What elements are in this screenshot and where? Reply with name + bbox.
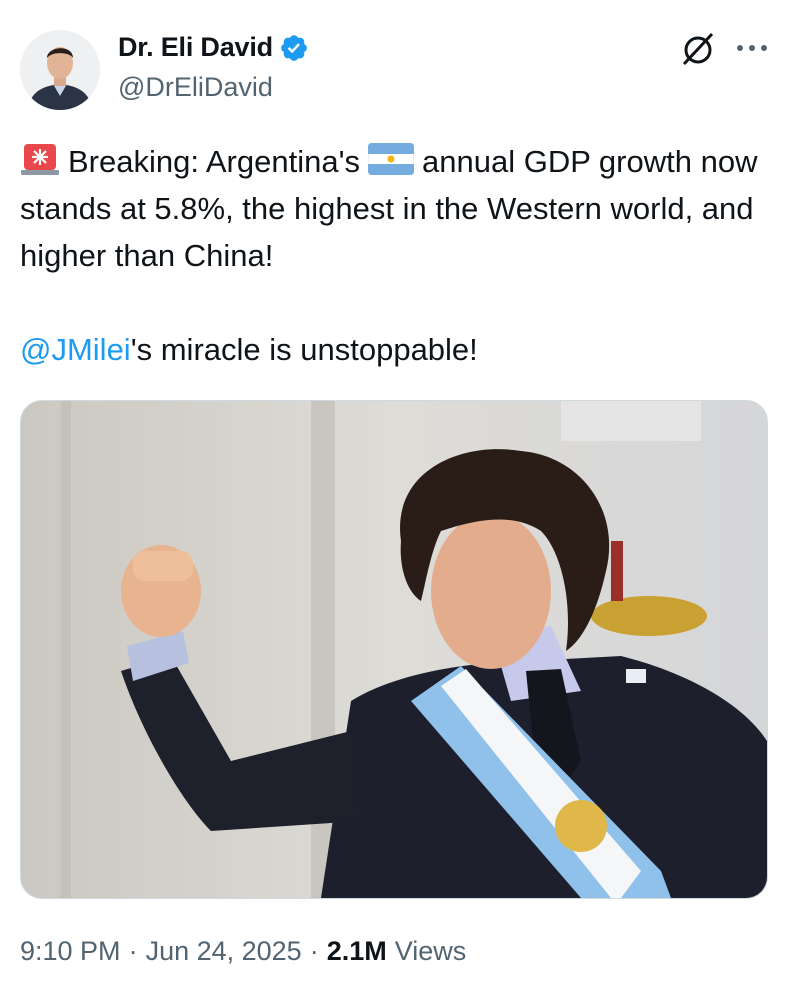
photo-image [21,401,767,898]
argentina-flag-emoji [368,143,414,175]
tweet-date[interactable]: Jun 24, 2025 [146,936,302,967]
author-handle[interactable]: @DrEliDavid [118,72,273,103]
tweet-time[interactable]: 9:10 PM [20,936,121,967]
grok-icon[interactable] [678,28,718,68]
mention-link[interactable]: @JMilei [20,332,131,367]
author-name-row: Dr. Eli David [118,32,309,63]
tweet-text: Breaking: Argentina's annual GDP growth … [20,138,772,373]
rotating-light-emoji [21,144,59,175]
views-label: Views [394,936,467,966]
tweet-header: Dr. Eli David @DrEliDavid [20,24,772,110]
views-count[interactable]: 2.1M [327,936,387,967]
more-icon[interactable] [732,32,772,64]
tweet-meta: 9:10 PM · Jun 24, 2025 · 2.1M Views [20,936,466,967]
tweet-text-part1: Breaking: Argentina's [68,144,360,179]
meta-separator: · [128,936,138,966]
avatar-image [20,30,100,110]
verified-badge-icon[interactable] [279,33,309,63]
tweet-text-part3: 's miracle is unstoppable! [130,332,478,367]
tweet-paragraph-2: @JMilei's miracle is unstoppable! [20,326,772,373]
avatar[interactable] [20,30,100,110]
author-name[interactable]: Dr. Eli David [118,32,273,63]
meta-separator: · [309,936,319,966]
tweet-paragraph-1: Breaking: Argentina's annual GDP growth … [20,138,772,279]
tweet-media-photo[interactable] [20,400,768,899]
